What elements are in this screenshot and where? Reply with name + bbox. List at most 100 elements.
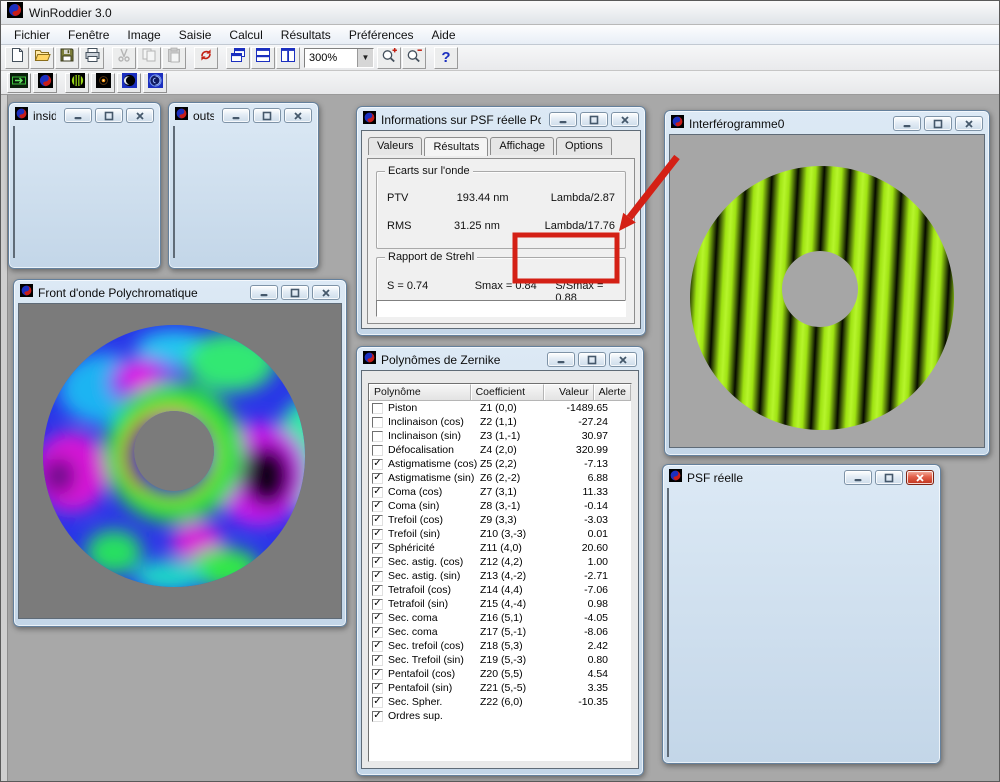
window-psf[interactable]: PSF réelle [662,464,941,764]
zernike-row[interactable]: ✓Sec. Trefoil (sin)Z19 (5,-3)0.80 [369,653,631,667]
zernike-row[interactable]: ✓Astigmatisme (sin)Z6 (2,-2)6.88 [369,471,631,485]
zoom-in-button[interactable] [377,47,401,69]
window-interferogram[interactable]: Interférogramme0 [664,110,990,456]
tab-affichage[interactable]: Affichage [490,137,554,155]
close-button[interactable] [611,112,639,127]
zernike-checkbox[interactable]: ✓ [372,669,383,680]
zernike-row[interactable]: Inclinaison (cos)Z2 (1,1)-27.24 [369,415,631,429]
zernike-row[interactable]: PistonZ1 (0,0)-1489.65 [369,401,631,415]
close-button[interactable] [284,108,312,123]
zernike-row[interactable]: ✓Sec. comaZ16 (5,1)-4.05 [369,611,631,625]
menu-item-aide[interactable]: Aide [423,26,465,44]
window-outside-titlebar[interactable]: outsi... [173,105,314,126]
zernike-column-header[interactable]: Coefficient [471,384,544,400]
maximize-button[interactable] [253,108,281,123]
menu-item-saisie[interactable]: Saisie [170,26,221,44]
zernike-checkbox[interactable]: ✓ [372,697,383,708]
zernike-checkbox[interactable] [372,445,383,456]
close-button[interactable] [906,470,934,485]
zernike-row[interactable]: ✓Pentafoil (sin)Z21 (5,-5)3.35 [369,681,631,695]
maximize-button[interactable] [578,352,606,367]
zernike-row[interactable]: ✓Sec. comaZ17 (5,-1)-8.06 [369,625,631,639]
print-button[interactable] [80,47,104,69]
minimize-button[interactable] [893,116,921,131]
zernike-row[interactable]: ✓Sec. Spher.Z22 (6,0)-10.35 [369,695,631,709]
minimize-button[interactable] [549,112,577,127]
minimize-button[interactable] [250,285,278,300]
zernike-row[interactable]: ✓Coma (cos)Z7 (3,1)11.33 [369,485,631,499]
minimize-button[interactable] [844,470,872,485]
save-button[interactable] [55,47,79,69]
menu-item-image[interactable]: Image [118,26,169,44]
menu-item-fichier[interactable]: Fichier [5,26,59,44]
minimize-button[interactable] [547,352,575,367]
zernike-row[interactable]: ✓Trefoil (sin)Z10 (3,-3)0.01 [369,527,631,541]
zernike-row[interactable]: ✓SphéricitéZ11 (4,0)20.60 [369,541,631,555]
window-info[interactable]: Informations sur PSF réelle Polychro... … [356,106,646,336]
zernike-row[interactable]: Inclinaison (sin)Z3 (1,-1)30.97 [369,429,631,443]
zoom-level-combo[interactable]: 300% ▼ [304,48,374,68]
maximize-button[interactable] [580,112,608,127]
zernike-row[interactable]: ✓Astigmatisme (cos)Z5 (2,2)-7.13 [369,457,631,471]
zernike-checkbox[interactable]: ✓ [372,473,383,484]
zernike-checkbox[interactable]: ✓ [372,683,383,694]
tab-valeurs[interactable]: Valeurs [368,137,422,155]
minimize-button[interactable] [222,108,250,123]
window-inside-titlebar[interactable]: insid... [13,105,156,126]
tile-horizontal-button[interactable] [251,47,275,69]
zernike-checkbox[interactable]: ✓ [372,515,383,526]
maximize-button[interactable] [95,108,123,123]
close-button[interactable] [955,116,983,131]
menu-item-prfrences[interactable]: Préférences [340,26,423,44]
maximize-button[interactable] [875,470,903,485]
zernike-column-header[interactable]: Valeur [544,384,594,400]
zernike-row[interactable]: ✓Coma (sin)Z8 (3,-1)-0.14 [369,499,631,513]
window-info-titlebar[interactable]: Informations sur PSF réelle Polychro... [361,109,641,130]
wavefront-button[interactable] [117,73,141,93]
winroddier-logo-button[interactable] [33,73,57,93]
zernike-checkbox[interactable]: ✓ [372,655,383,666]
zernike-column-header[interactable]: Polynôme [369,384,471,400]
zernike-checkbox[interactable]: ✓ [372,613,383,624]
open-folder-button[interactable] [30,47,54,69]
zernike-checkbox[interactable]: ✓ [372,557,383,568]
zernike-row[interactable]: ✓Sec. astig. (sin)Z13 (4,-2)-2.71 [369,569,631,583]
window-zernike-titlebar[interactable]: Polynômes de Zernike [361,349,639,370]
export-button[interactable] [7,73,31,93]
new-document-button[interactable] [5,47,29,69]
zernike-checkbox[interactable]: ✓ [372,487,383,498]
zernike-checkbox[interactable]: ✓ [372,543,383,554]
help-button[interactable]: ? [434,47,458,69]
zernike-list[interactable]: PolynômeCoefficientValeurAlerte PistonZ1… [368,383,632,762]
zernike-checkbox[interactable] [372,431,383,442]
maximize-button[interactable] [281,285,309,300]
minimize-button[interactable] [64,108,92,123]
maximize-button[interactable] [924,116,952,131]
close-button[interactable] [126,108,154,123]
app-titlebar[interactable]: WinRoddier 3.0 [1,1,999,25]
zernike-row[interactable]: ✓Sec. trefoil (cos)Z18 (5,3)2.42 [369,639,631,653]
blue-rings-button[interactable] [143,73,167,93]
zernike-checkbox[interactable]: ✓ [372,627,383,638]
window-wavefront[interactable]: Front d'onde Polychromatique [13,279,347,627]
tile-vertical-button[interactable] [276,47,300,69]
window-interferogram-titlebar[interactable]: Interférogramme0 [669,113,985,134]
zernike-row[interactable]: ✓Trefoil (cos)Z9 (3,3)-3.03 [369,513,631,527]
zernike-checkbox[interactable]: ✓ [372,599,383,610]
tab-options[interactable]: Options [556,137,612,155]
close-button[interactable] [312,285,340,300]
zernike-row[interactable]: ✓Tetrafoil (sin)Z15 (4,-4)0.98 [369,597,631,611]
cascade-windows-button[interactable] [226,47,250,69]
menu-item-calcul[interactable]: Calcul [220,26,271,44]
menu-item-fentre[interactable]: Fenêtre [59,26,118,44]
close-button[interactable] [609,352,637,367]
zernike-checkbox[interactable]: ✓ [372,585,383,596]
zernike-checkbox[interactable] [372,403,383,414]
zernike-row[interactable]: DéfocalisationZ4 (2,0)320.99 [369,443,631,457]
zernike-checkbox[interactable]: ✓ [372,529,383,540]
window-inside[interactable]: insid... [8,102,161,269]
window-psf-titlebar[interactable]: PSF réelle [667,467,936,488]
psf-button[interactable] [91,73,115,93]
zernike-checkbox[interactable]: ✓ [372,459,383,470]
zernike-checkbox[interactable]: ✓ [372,571,383,582]
